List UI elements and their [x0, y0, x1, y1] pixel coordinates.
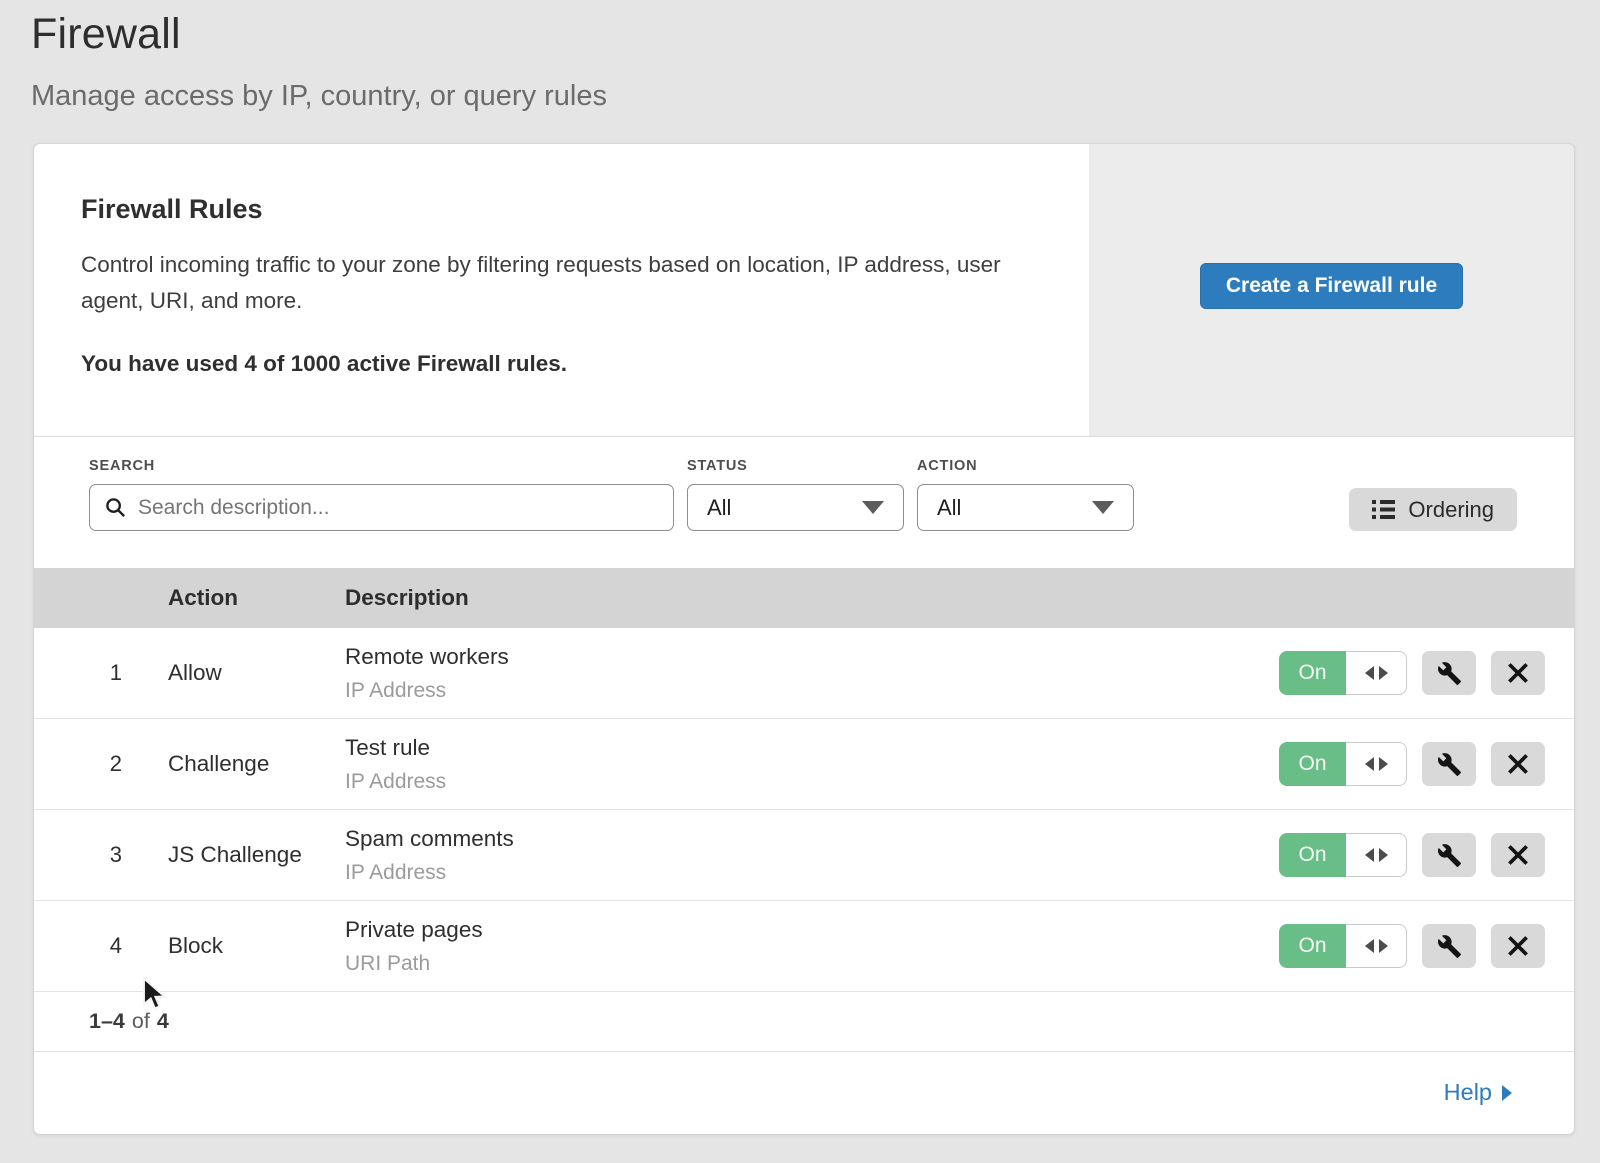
arrow-left-icon: [1365, 666, 1374, 680]
toggle-on-label: On: [1279, 742, 1346, 786]
chevron-down-icon: [862, 501, 884, 514]
wrench-icon: [1437, 661, 1462, 686]
firewall-rules-card: Firewall Rules Control incoming traffic …: [33, 143, 1575, 1135]
rules-description: Control incoming traffic to your zone by…: [81, 247, 1026, 319]
search-input[interactable]: [138, 496, 659, 520]
create-firewall-rule-button[interactable]: Create a Firewall rule: [1200, 263, 1463, 309]
toggle-handle[interactable]: [1346, 924, 1407, 968]
rule-match-type: IP Address: [345, 679, 1279, 703]
rule-action: Challenge: [168, 751, 345, 777]
filters-bar: SEARCH STATUS All ACTION All: [34, 437, 1574, 568]
arrow-left-icon: [1365, 848, 1374, 862]
list-icon: [1372, 499, 1395, 520]
rule-priority: 4: [34, 933, 168, 959]
rule-action: Block: [168, 933, 345, 959]
toggle-on-label: On: [1279, 924, 1346, 968]
rule-description: Remote workers: [345, 644, 1279, 670]
rules-usage-count: You have used 4 of 1000 active Firewall …: [81, 351, 1049, 377]
rule-enabled-toggle[interactable]: On: [1279, 924, 1407, 968]
rule-description: Spam comments: [345, 826, 1279, 852]
table-header: Action Description: [34, 568, 1574, 628]
arrow-right-icon: [1379, 757, 1388, 771]
help-link[interactable]: Help: [1444, 1079, 1512, 1106]
edit-rule-button[interactable]: [1422, 924, 1476, 968]
search-icon: [104, 496, 127, 519]
chevron-down-icon: [1092, 501, 1114, 514]
pagination-of: of: [132, 1009, 150, 1034]
action-selected-value: All: [937, 495, 961, 521]
rule-match-type: URI Path: [345, 952, 1279, 976]
search-box[interactable]: [89, 484, 674, 531]
table-row: 2 Challenge Test rule IP Address On: [34, 719, 1574, 810]
delete-rule-button[interactable]: [1491, 742, 1545, 786]
table-row: 4 Block Private pages URI Path On: [34, 901, 1574, 992]
rule-enabled-toggle[interactable]: On: [1279, 833, 1407, 877]
status-select[interactable]: All: [687, 484, 904, 531]
close-icon: [1507, 662, 1529, 684]
status-label: STATUS: [687, 458, 904, 474]
ordering-button-label: Ordering: [1408, 497, 1494, 523]
arrow-right-icon: [1379, 666, 1388, 680]
pagination-total: 4: [157, 1009, 169, 1034]
help-link-label: Help: [1444, 1079, 1492, 1106]
arrow-right-icon: [1379, 939, 1388, 953]
page-header: Firewall Manage access by IP, country, o…: [0, 0, 1600, 113]
close-icon: [1507, 844, 1529, 866]
card-footer: Help: [34, 1052, 1574, 1132]
rule-priority: 2: [34, 751, 168, 777]
description-column-header: Description: [345, 585, 1574, 611]
rule-action: JS Challenge: [168, 842, 345, 868]
rules-aside-panel: Create a Firewall rule: [1089, 144, 1574, 436]
delete-rule-button[interactable]: [1491, 833, 1545, 877]
wrench-icon: [1437, 934, 1462, 959]
rule-match-type: IP Address: [345, 861, 1279, 885]
arrow-right-icon: [1502, 1085, 1512, 1101]
rule-enabled-toggle[interactable]: On: [1279, 742, 1407, 786]
arrow-right-icon: [1379, 848, 1388, 862]
rule-action: Allow: [168, 660, 345, 686]
action-select[interactable]: All: [917, 484, 1134, 531]
rule-priority: 1: [34, 660, 168, 686]
close-icon: [1507, 753, 1529, 775]
table-row: 3 JS Challenge Spam comments IP Address …: [34, 810, 1574, 901]
wrench-icon: [1437, 752, 1462, 777]
rule-match-type: IP Address: [345, 770, 1279, 794]
toggle-handle[interactable]: [1346, 833, 1407, 877]
rules-intro-section: Firewall Rules Control incoming traffic …: [34, 144, 1574, 437]
rules-heading: Firewall Rules: [81, 194, 1049, 225]
toggle-handle[interactable]: [1346, 651, 1407, 695]
edit-rule-button[interactable]: [1422, 651, 1476, 695]
rule-enabled-toggle[interactable]: On: [1279, 651, 1407, 695]
edit-rule-button[interactable]: [1422, 742, 1476, 786]
close-icon: [1507, 935, 1529, 957]
rule-description: Test rule: [345, 735, 1279, 761]
delete-rule-button[interactable]: [1491, 924, 1545, 968]
pagination: 1–4 of 4: [34, 992, 1574, 1052]
wrench-icon: [1437, 843, 1462, 868]
page-title: Firewall: [31, 10, 1600, 59]
arrow-left-icon: [1365, 757, 1374, 771]
rule-description: Private pages: [345, 917, 1279, 943]
toggle-handle[interactable]: [1346, 742, 1407, 786]
action-label: ACTION: [917, 458, 1134, 474]
ordering-button[interactable]: Ordering: [1349, 488, 1517, 531]
page-subtitle: Manage access by IP, country, or query r…: [31, 80, 1600, 113]
rule-priority: 3: [34, 842, 168, 868]
edit-rule-button[interactable]: [1422, 833, 1476, 877]
search-label: SEARCH: [89, 458, 674, 474]
arrow-left-icon: [1365, 939, 1374, 953]
status-selected-value: All: [707, 495, 731, 521]
toggle-on-label: On: [1279, 833, 1346, 877]
delete-rule-button[interactable]: [1491, 651, 1545, 695]
toggle-on-label: On: [1279, 651, 1346, 695]
pagination-range: 1–4: [89, 1009, 125, 1034]
action-column-header: Action: [168, 585, 345, 611]
table-row: 1 Allow Remote workers IP Address On: [34, 628, 1574, 719]
